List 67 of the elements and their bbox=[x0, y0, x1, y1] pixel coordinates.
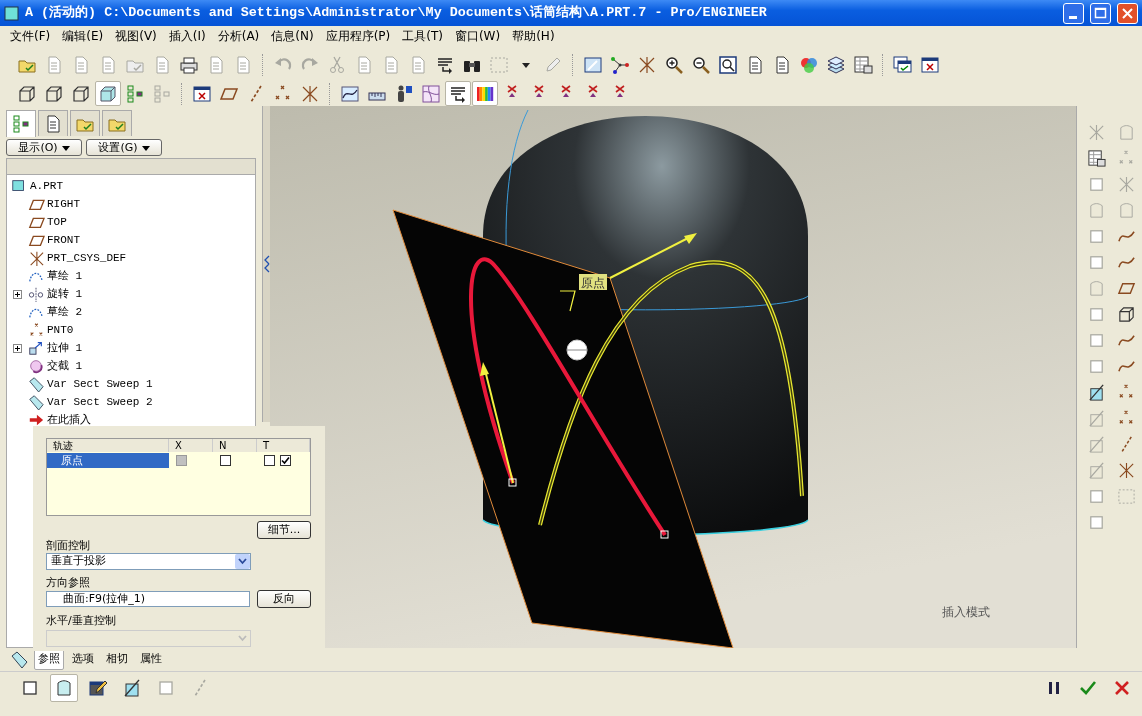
panel-tab[interactable]: 选项 bbox=[68, 649, 98, 670]
menu-item[interactable]: 工具(T) bbox=[396, 27, 449, 45]
column-header: 轨迹 bbox=[47, 439, 169, 452]
mode-label: 插入模式 bbox=[942, 605, 990, 619]
sweep-icon bbox=[27, 376, 47, 392]
menu-item[interactable]: 分析(A) bbox=[211, 27, 266, 45]
point-label: 原点 bbox=[579, 274, 607, 290]
panel-tab[interactable]: 相切 bbox=[102, 649, 132, 670]
details-button[interactable]: 细节... bbox=[257, 521, 311, 539]
sweep-icon bbox=[27, 394, 47, 410]
tree-item[interactable]: A.PRT bbox=[30, 180, 63, 192]
expand-toggle[interactable] bbox=[13, 344, 22, 353]
tree-item[interactable]: 拉伸 1 bbox=[47, 342, 83, 354]
tree-item[interactable]: 在此插入 bbox=[47, 414, 91, 426]
menu-item[interactable]: 插入(I) bbox=[162, 27, 212, 45]
flip-button[interactable]: 反向 bbox=[257, 590, 311, 608]
column-header: T bbox=[257, 439, 310, 452]
close-button[interactable] bbox=[1117, 2, 1138, 24]
tree-item[interactable]: 草绘 2 bbox=[47, 306, 83, 318]
checkbox[interactable] bbox=[280, 454, 291, 466]
menu-item[interactable]: 文件(F) bbox=[4, 27, 57, 45]
menu-item[interactable]: 帮助(H) bbox=[506, 27, 561, 45]
tree-item[interactable]: RIGHT bbox=[47, 198, 80, 210]
reference-field[interactable]: 曲面:F9(拉伸_1) bbox=[46, 591, 251, 607]
expand-toggle[interactable] bbox=[13, 290, 22, 299]
tree-item[interactable]: Var Sect Sweep 2 bbox=[47, 396, 153, 408]
table-row[interactable]: 原点 bbox=[47, 452, 169, 468]
column-header: N bbox=[213, 439, 257, 452]
tree-icon bbox=[11, 114, 31, 134]
panel-tab[interactable]: 属性 bbox=[136, 649, 166, 670]
window-title: A (活动的) C:\Documents and Settings\Administrator\My Documents\话筒结构\A.PRT.7 - Pro/ENGINEER bbox=[25, 3, 768, 22]
lines-icon[interactable] bbox=[445, 81, 471, 106]
cube-icon[interactable] bbox=[95, 81, 121, 106]
dropdown-button[interactable]: 显示(O) bbox=[6, 139, 82, 156]
dropdown-button[interactable]: 设置(G) bbox=[86, 139, 162, 156]
spectrum-icon[interactable] bbox=[472, 81, 498, 106]
menu-item[interactable]: 应用程序(P) bbox=[319, 27, 397, 45]
maximize-button[interactable] bbox=[1090, 2, 1111, 24]
field-label: 剖面控制 bbox=[46, 539, 91, 553]
tree-tab[interactable] bbox=[6, 110, 36, 137]
field-label: 方向参照 bbox=[46, 576, 91, 590]
tree-item[interactable]: FRONT bbox=[47, 234, 80, 246]
tree-item[interactable]: 草绘 1 bbox=[47, 270, 83, 282]
sweep-icon bbox=[10, 649, 30, 670]
menu-item[interactable]: 窗口(W) bbox=[448, 27, 507, 45]
tree-item[interactable]: PRT_CSYS_DEF bbox=[47, 252, 127, 264]
chevron-icon bbox=[263, 254, 270, 274]
app-icon bbox=[4, 5, 19, 21]
field-label: 水平/垂直控制 bbox=[46, 614, 117, 628]
caret-icon bbox=[61, 145, 70, 151]
surface-icon[interactable] bbox=[50, 674, 78, 702]
column-header: X bbox=[169, 439, 213, 452]
tree-item[interactable]: 旋转 1 bbox=[47, 288, 83, 300]
minimize-button[interactable] bbox=[1063, 2, 1084, 24]
menu-item[interactable]: 编辑(E) bbox=[56, 27, 110, 45]
checkbox[interactable] bbox=[220, 454, 231, 466]
menu-item[interactable]: 视图(V) bbox=[109, 27, 163, 45]
dropdown-field[interactable]: 垂直于投影 bbox=[46, 553, 251, 570]
tree-item[interactable]: PNT0 bbox=[47, 324, 74, 336]
tree-item[interactable]: 交截 1 bbox=[47, 360, 83, 372]
caret-icon bbox=[141, 145, 150, 151]
panel-tab[interactable]: 参照 bbox=[34, 649, 64, 670]
tree-item[interactable]: TOP bbox=[47, 216, 67, 228]
checkbox[interactable] bbox=[264, 454, 275, 466]
minimize-icon bbox=[1069, 15, 1077, 19]
menu-item[interactable]: 信息(N) bbox=[265, 27, 320, 45]
tree-item[interactable]: Var Sect Sweep 1 bbox=[47, 378, 153, 390]
